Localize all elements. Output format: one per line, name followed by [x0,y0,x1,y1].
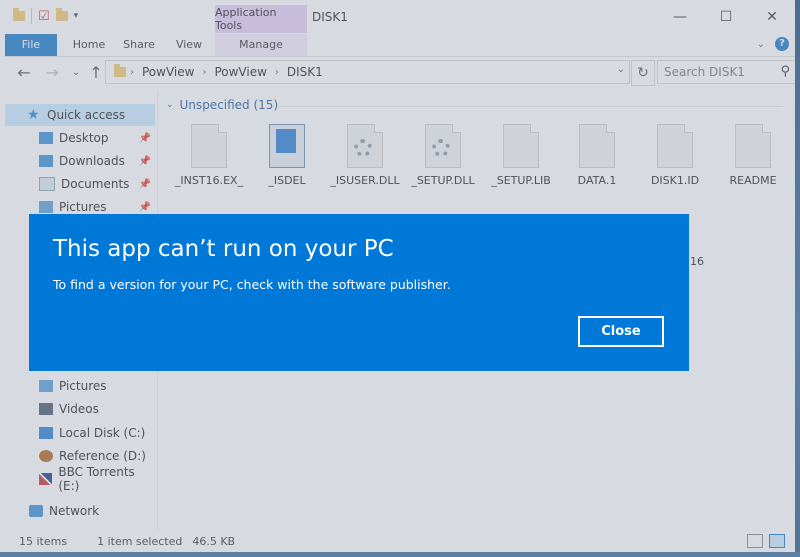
dialog-title: This app can’t run on your PC [53,236,394,262]
dialog-message: To find a version for your PC, check wit… [53,277,451,292]
error-dialog: This app can’t run on your PC To find a … [29,214,689,371]
close-button[interactable]: Close [578,316,664,347]
